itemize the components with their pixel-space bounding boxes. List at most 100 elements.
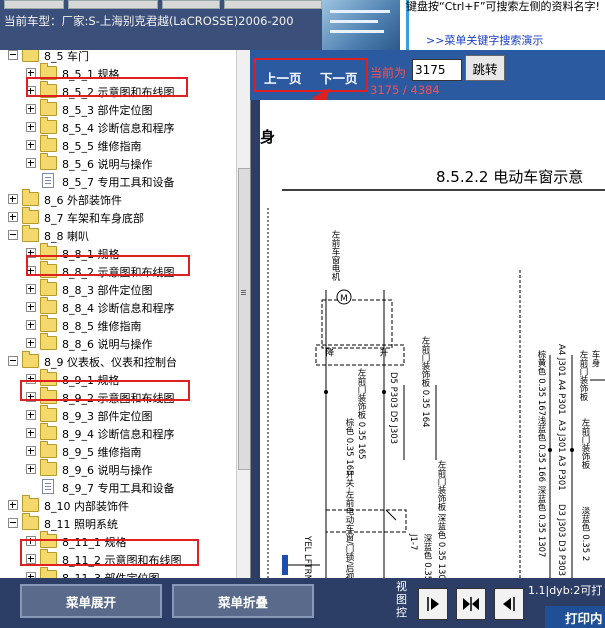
view-toggle-button[interactable] <box>456 588 486 620</box>
tree-item-label: 8_5_6 说明与操作 <box>62 158 153 171</box>
tree-item-label: 8_11_3 部件定位图 <box>62 570 160 578</box>
jump-button[interactable]: 跳转 <box>465 55 505 81</box>
expand-icon[interactable] <box>26 284 36 294</box>
expand-icon[interactable] <box>26 122 36 132</box>
tree-item[interactable]: 8_9_3 部件定位图 <box>0 405 236 424</box>
tree-item[interactable]: 8_5_5 维修指南 <box>0 135 236 154</box>
expand-icon[interactable] <box>26 464 36 474</box>
current-page-label: 当前为 <box>370 66 407 80</box>
folder-icon <box>40 459 57 476</box>
tree-scrollbar[interactable] <box>236 50 250 578</box>
diagram-label: 深蓝色 0.35 1307 <box>536 486 546 558</box>
help-text: 键盘按“Ctrl+F”可搜索左侧的资料名字! <box>406 0 600 13</box>
tree-item[interactable]: 8_8_6 说明与操作 <box>0 333 236 352</box>
tree-item-label: 8_5_3 部件定位图 <box>62 104 153 117</box>
tree-item-label: 8_8_4 诊断信息和程序 <box>62 302 175 315</box>
expand-icon[interactable] <box>8 500 18 510</box>
folder-icon <box>22 189 39 206</box>
collapse-icon[interactable] <box>8 518 18 528</box>
current-model: 当前车型：厂家:S-上海别克君越(LaCROSSE)2006-200 <box>4 14 294 28</box>
expand-icon[interactable] <box>26 446 36 456</box>
tree-item-label: 8_7 车架和车身底部 <box>44 212 144 225</box>
tree-item[interactable]: 8_5_4 诊断信息和程序 <box>0 117 236 136</box>
toolbar-tab[interactable] <box>4 0 64 9</box>
tree-item[interactable]: 8_9_7 专用工具和设备 <box>0 478 236 496</box>
expand-icon[interactable] <box>26 320 36 330</box>
tree-item[interactable]: 8_8 喇叭 <box>0 225 236 244</box>
tree-item-label: 8_11 照明系统 <box>44 518 118 531</box>
diagram-label: 棕色 0.35 165 <box>344 418 354 476</box>
collapse-menu-button[interactable]: 菜单折叠 <box>172 584 314 618</box>
page-number-input[interactable] <box>412 59 462 81</box>
diagram-label: A3 J301 A3 P301 <box>556 420 566 491</box>
expand-icon[interactable] <box>8 194 18 204</box>
document-icon <box>42 479 54 494</box>
diagram-label-up: 升 <box>378 348 388 357</box>
tree-item-label: 8_8_6 说明与操作 <box>62 338 153 351</box>
tree-item[interactable]: 8_11_3 部件定位图 <box>0 567 236 578</box>
collapse-icon[interactable] <box>8 230 18 240</box>
expand-icon[interactable] <box>26 428 36 438</box>
folder-icon <box>22 225 39 242</box>
tree-item-label: 8_5_4 诊断信息和程序 <box>62 122 175 135</box>
expand-icon[interactable] <box>26 410 36 420</box>
diagram-label: 开关-左前电动车窗/门锁/后视镜 <box>344 470 354 578</box>
expand-icon[interactable] <box>26 302 36 312</box>
toolbar-tab[interactable] <box>162 0 220 9</box>
expand-icon[interactable] <box>26 140 36 150</box>
menu-tree-pane: 8_5 车门 8_5_1 规格 8_5_2 示意图和布线图 8_5_3 部件定位图 8_… <box>0 50 251 578</box>
arrow-left-icon <box>503 597 515 611</box>
tree-item[interactable]: 8_6 外部装饰件 <box>0 189 236 208</box>
tree-item-label: 8_8_5 维修指南 <box>62 320 142 333</box>
tree-item[interactable]: 8_5_3 部件定位图 <box>0 99 236 118</box>
tree-item[interactable]: 8_8_4 诊断信息和程序 <box>0 297 236 316</box>
tree-item-label: 8_10 内部装饰件 <box>44 500 129 513</box>
tree-item[interactable]: 8_9_5 维修指南 <box>0 441 236 460</box>
tree-item[interactable]: 8_10 内部装饰件 <box>0 495 236 514</box>
tree-item[interactable]: 8_7 车架和车身底部 <box>0 207 236 226</box>
folder-icon <box>40 297 57 314</box>
tree-item[interactable]: 8_5_6 说明与操作 <box>0 153 236 172</box>
diagram-label: 左前门装饰板 0.35 165 <box>356 368 366 460</box>
folder-icon <box>40 279 57 296</box>
tree-item[interactable]: 8_5 车门 <box>0 50 236 64</box>
collapse-icon[interactable] <box>8 50 18 60</box>
view-prev-button[interactable] <box>494 588 524 620</box>
toolbar-tab[interactable] <box>224 0 322 9</box>
diagram-label: YEL LFTRN 1143 <box>302 536 312 578</box>
expand-icon[interactable] <box>26 338 36 348</box>
expand-icon[interactable] <box>8 212 18 222</box>
wiring-diagram: M <box>267 189 605 578</box>
tree-item[interactable]: 8_8_3 部件定位图 <box>0 279 236 298</box>
tree-item[interactable]: 8_9_6 说明与操作 <box>0 459 236 478</box>
tree-item-label: 8_8_3 部件定位图 <box>62 284 153 297</box>
expand-icon[interactable] <box>26 104 36 114</box>
tree-item[interactable]: 8_9 仪表板、仪表和控制台 <box>0 351 236 370</box>
tree-item[interactable]: 8_9_4 诊断信息和程序 <box>0 423 236 442</box>
folder-icon <box>40 441 57 458</box>
search-demo-link[interactable]: >>菜单关键字搜索演示 <box>426 32 543 48</box>
toolbar-tab[interactable] <box>68 0 158 9</box>
tree-item[interactable]: 8_5_7 专用工具和设备 <box>0 172 236 190</box>
status-text: 1.1|dyb:2可打 <box>528 584 603 597</box>
bottom-toolbar: 菜单展开 菜单折叠 视图控 1.1|dyb:2可打 打印内 <box>0 578 605 628</box>
tree-item[interactable]: 8_8_5 维修指南 <box>0 315 236 334</box>
collapse-icon[interactable] <box>8 356 18 366</box>
diagram-label: J1-7 <box>408 534 418 551</box>
next-page-button[interactable]: 下一页 <box>320 68 358 87</box>
prev-page-button[interactable]: 上一页 <box>264 68 302 87</box>
tree-item[interactable]: 8_11 照明系统 <box>0 513 236 532</box>
expand-icon[interactable] <box>26 158 36 168</box>
view-next-button[interactable] <box>418 588 448 620</box>
print-button[interactable]: 打印内 <box>545 606 605 628</box>
tree-item-label: 8_9 仪表板、仪表和控制台 <box>44 356 177 369</box>
diagram-label: D3 J303 D3 P303 <box>556 504 566 577</box>
folder-icon <box>40 315 57 332</box>
scrollbar-thumb[interactable] <box>238 168 250 470</box>
expand-menu-button[interactable]: 菜单展开 <box>20 584 162 618</box>
tree-item-label: 8_6 外部装饰件 <box>44 194 122 207</box>
highlight-box <box>20 380 190 401</box>
diagram-label-motor: 左前车窗电机 <box>330 230 340 281</box>
folder-icon <box>40 567 57 578</box>
tree-item-label: 8_9_6 说明与操作 <box>62 464 153 477</box>
